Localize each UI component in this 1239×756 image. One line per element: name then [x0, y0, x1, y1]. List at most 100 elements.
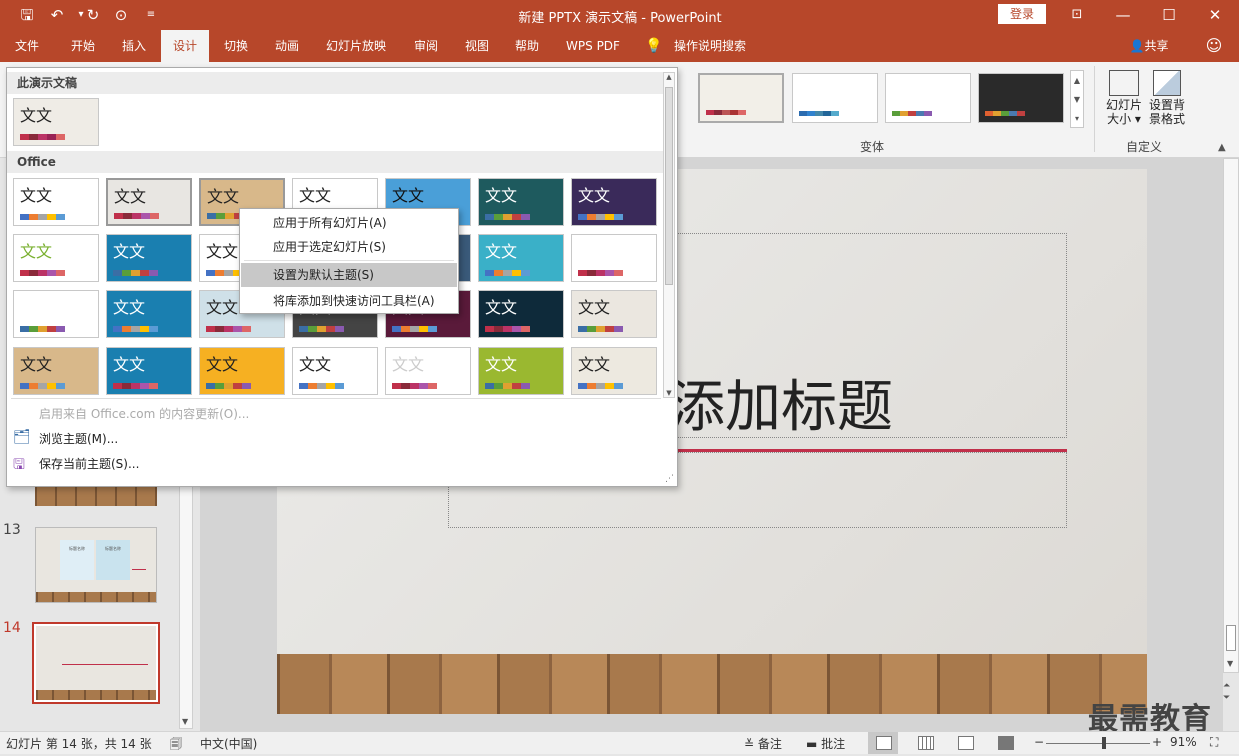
redo-icon[interactable]: ↻ — [82, 4, 104, 26]
gallery-scroll-up-icon[interactable]: ▲ — [664, 73, 674, 81]
title-bar: 🖫 ↶ ▾ ↻ ⊙ ≡ 新建 PPTX 演示文稿 - PowerPoint 登录… — [0, 0, 1239, 30]
notes-button[interactable]: ≚ 备注 — [744, 735, 782, 752]
slide-13-thumbnail[interactable]: 标题名称 标题名称 — [35, 527, 157, 603]
apply-to-all-slides[interactable]: 应用于所有幻灯片(A) — [241, 211, 457, 235]
slideshow-view-icon[interactable] — [998, 736, 1014, 750]
canvas-scroll-thumb[interactable] — [1226, 625, 1236, 651]
tab-wps-pdf[interactable]: WPS PDF — [558, 30, 628, 62]
theme-thumb-3-7[interactable]: 文文 — [571, 290, 657, 338]
canvas-scrollbar[interactable]: ▼ — [1223, 158, 1239, 673]
theme-thumb-4-1[interactable]: 文文 — [13, 347, 99, 395]
theme-thumb-text: 文文 — [485, 298, 518, 317]
theme-thumb-4-3[interactable]: 文文 — [199, 347, 285, 395]
theme-thumb-2-1[interactable]: 文文 — [13, 234, 99, 282]
theme-thumb-text: 文文 — [113, 298, 146, 317]
comments-button[interactable]: ▬ 批注 — [806, 735, 845, 752]
fit-to-window-icon[interactable]: ⛶ — [1210, 735, 1218, 750]
zoom-slider-thumb[interactable] — [1102, 737, 1107, 749]
window-title: 新建 PPTX 演示文稿 - PowerPoint — [518, 11, 722, 26]
spelling-icon[interactable]: 🗐 — [170, 735, 182, 756]
theme-thumb-3-2[interactable]: 文文 — [106, 290, 192, 338]
save-icon[interactable]: 🖫 — [16, 4, 38, 26]
scroll-down-icon[interactable]: ▼ — [182, 717, 188, 726]
theme-thumb-2-2[interactable]: 文文 — [106, 234, 192, 282]
normal-view-icon[interactable] — [876, 736, 892, 750]
zoom-out-button[interactable]: − — [1034, 735, 1044, 749]
theme-thumb-4-4[interactable]: 文文 — [292, 347, 378, 395]
zoom-level[interactable]: 91% — [1170, 735, 1197, 749]
collapse-ribbon-icon[interactable]: ▲ — [1218, 142, 1226, 153]
ribbon-display-options-icon[interactable]: ⊡ — [1066, 4, 1088, 26]
tab-animations[interactable]: 动画 — [265, 30, 309, 62]
customize-qat-icon[interactable]: ≡ — [140, 4, 162, 26]
theme-thumb-3-1[interactable]: 文文 — [13, 290, 99, 338]
tab-home[interactable]: 开始 — [60, 30, 106, 62]
apply-to-selected-slides[interactable]: 应用于选定幻灯片(S) — [241, 235, 457, 259]
theme-thumb-2-7[interactable]: 文文 — [571, 234, 657, 282]
theme-thumb-4-2[interactable]: 文文 — [106, 347, 192, 395]
slide-sorter-icon[interactable] — [918, 736, 934, 750]
theme-thumb-text: 文文 — [485, 186, 518, 205]
variant-4[interactable] — [978, 73, 1064, 123]
slide-14-thumbnail-selected[interactable] — [32, 622, 160, 704]
resize-grip[interactable]: ⋰ — [665, 474, 674, 484]
theme-thumb-4-7[interactable]: 文文 — [571, 347, 657, 395]
enable-office-updates: 启用来自 Office.com 的内容更新(O)... — [39, 407, 250, 421]
slide-size-label-2: 大小 ▾ — [1107, 112, 1141, 126]
close-icon[interactable]: ✕ — [1204, 4, 1226, 26]
tab-help[interactable]: 帮助 — [505, 30, 549, 62]
set-as-default-theme[interactable]: 设置为默认主题(S) — [241, 263, 457, 287]
browse-themes[interactable]: 浏览主题(M)... — [39, 430, 118, 447]
gallery-scrollbar[interactable]: ▲ ▼ — [663, 72, 675, 398]
add-gallery-to-qat[interactable]: 将库添加到快速访问工具栏(A) — [241, 289, 457, 313]
theme-thumb-1-1[interactable]: 文文 — [13, 178, 99, 226]
undo-icon[interactable]: ↶ — [46, 4, 68, 26]
slide-size-button[interactable]: 幻灯片 大小 ▾ — [1104, 68, 1144, 134]
gallery-scroll-thumb[interactable] — [665, 87, 673, 285]
tab-file[interactable]: 文件 — [6, 30, 48, 62]
zoom-in-button[interactable]: + — [1152, 735, 1162, 749]
tab-design[interactable]: 设计 — [161, 30, 209, 62]
variant-2[interactable] — [792, 73, 878, 123]
maximize-icon[interactable]: ☐ — [1158, 4, 1180, 26]
tab-view[interactable]: 视图 — [455, 30, 499, 62]
variant-3[interactable] — [885, 73, 971, 123]
canvas-scroll-down-icon[interactable]: ▼ — [1227, 659, 1233, 668]
zoom-slider-track[interactable] — [1046, 743, 1150, 744]
minimize-icon[interactable]: — — [1112, 4, 1134, 26]
theme-thumb-1-7[interactable]: 文文 — [571, 178, 657, 226]
slideshow-from-start-icon[interactable]: ⊙ — [110, 4, 132, 26]
browse-themes-icon: 🗂 — [13, 429, 31, 445]
tab-review[interactable]: 审阅 — [404, 30, 448, 62]
prev-next-slide-buttons[interactable]: ⏶ ⏷ — [1223, 680, 1230, 704]
format-background-button[interactable]: 设置背 景格式 — [1146, 68, 1188, 134]
variants-group-label: 变体 — [860, 140, 885, 154]
theme-thumb-3-6[interactable]: 文文 — [478, 290, 564, 338]
gallery-scroll-down-icon[interactable]: ▼ — [664, 389, 674, 397]
tab-insert[interactable]: 插入 — [112, 30, 156, 62]
theme-thumb-4-5[interactable]: 文文 — [385, 347, 471, 395]
ribbon-tabs: 文件 开始 插入 设计 切换 动画 幻灯片放映 审阅 视图 帮助 WPS PDF… — [0, 30, 1239, 62]
slide-14-thumb-floor — [36, 690, 156, 700]
share-button[interactable]: 👤共享 — [1122, 30, 1176, 62]
tab-transitions[interactable]: 切换 — [214, 30, 258, 62]
theme-thumb-1-6[interactable]: 文文 — [478, 178, 564, 226]
theme-thumb-2-6[interactable]: 文文 — [478, 234, 564, 282]
variant-1[interactable] — [698, 73, 784, 123]
slide-12-thumbnail-partial[interactable] — [35, 484, 157, 506]
context-menu: 应用于所有幻灯片(A) 应用于选定幻灯片(S) 设置为默认主题(S) 将库添加到… — [239, 208, 459, 314]
smiley-feedback-icon[interactable]: ☺ — [1202, 30, 1226, 62]
save-theme-icon: 🖫 — [13, 457, 25, 473]
tell-me-search[interactable]: 操作说明搜索 — [668, 30, 752, 62]
variant-gallery-scroll[interactable]: ▲ ▼ ▾ — [1070, 70, 1084, 128]
theme-thumb-text: 文文 — [299, 355, 332, 374]
theme-thumb-4-6[interactable]: 文文 — [478, 347, 564, 395]
language-indicator[interactable]: 中文(中国) — [200, 735, 257, 752]
theme-thumb-1-2[interactable]: 文文 — [106, 178, 192, 226]
login-button[interactable]: 登录 — [998, 4, 1046, 24]
theme-current[interactable]: 文文 — [13, 98, 99, 146]
reading-view-icon[interactable] — [958, 736, 974, 750]
theme-thumb-text: 文文 — [20, 355, 53, 374]
tab-slideshow[interactable]: 幻灯片放映 — [318, 30, 394, 62]
save-current-theme[interactable]: 保存当前主题(S)... — [39, 455, 139, 472]
